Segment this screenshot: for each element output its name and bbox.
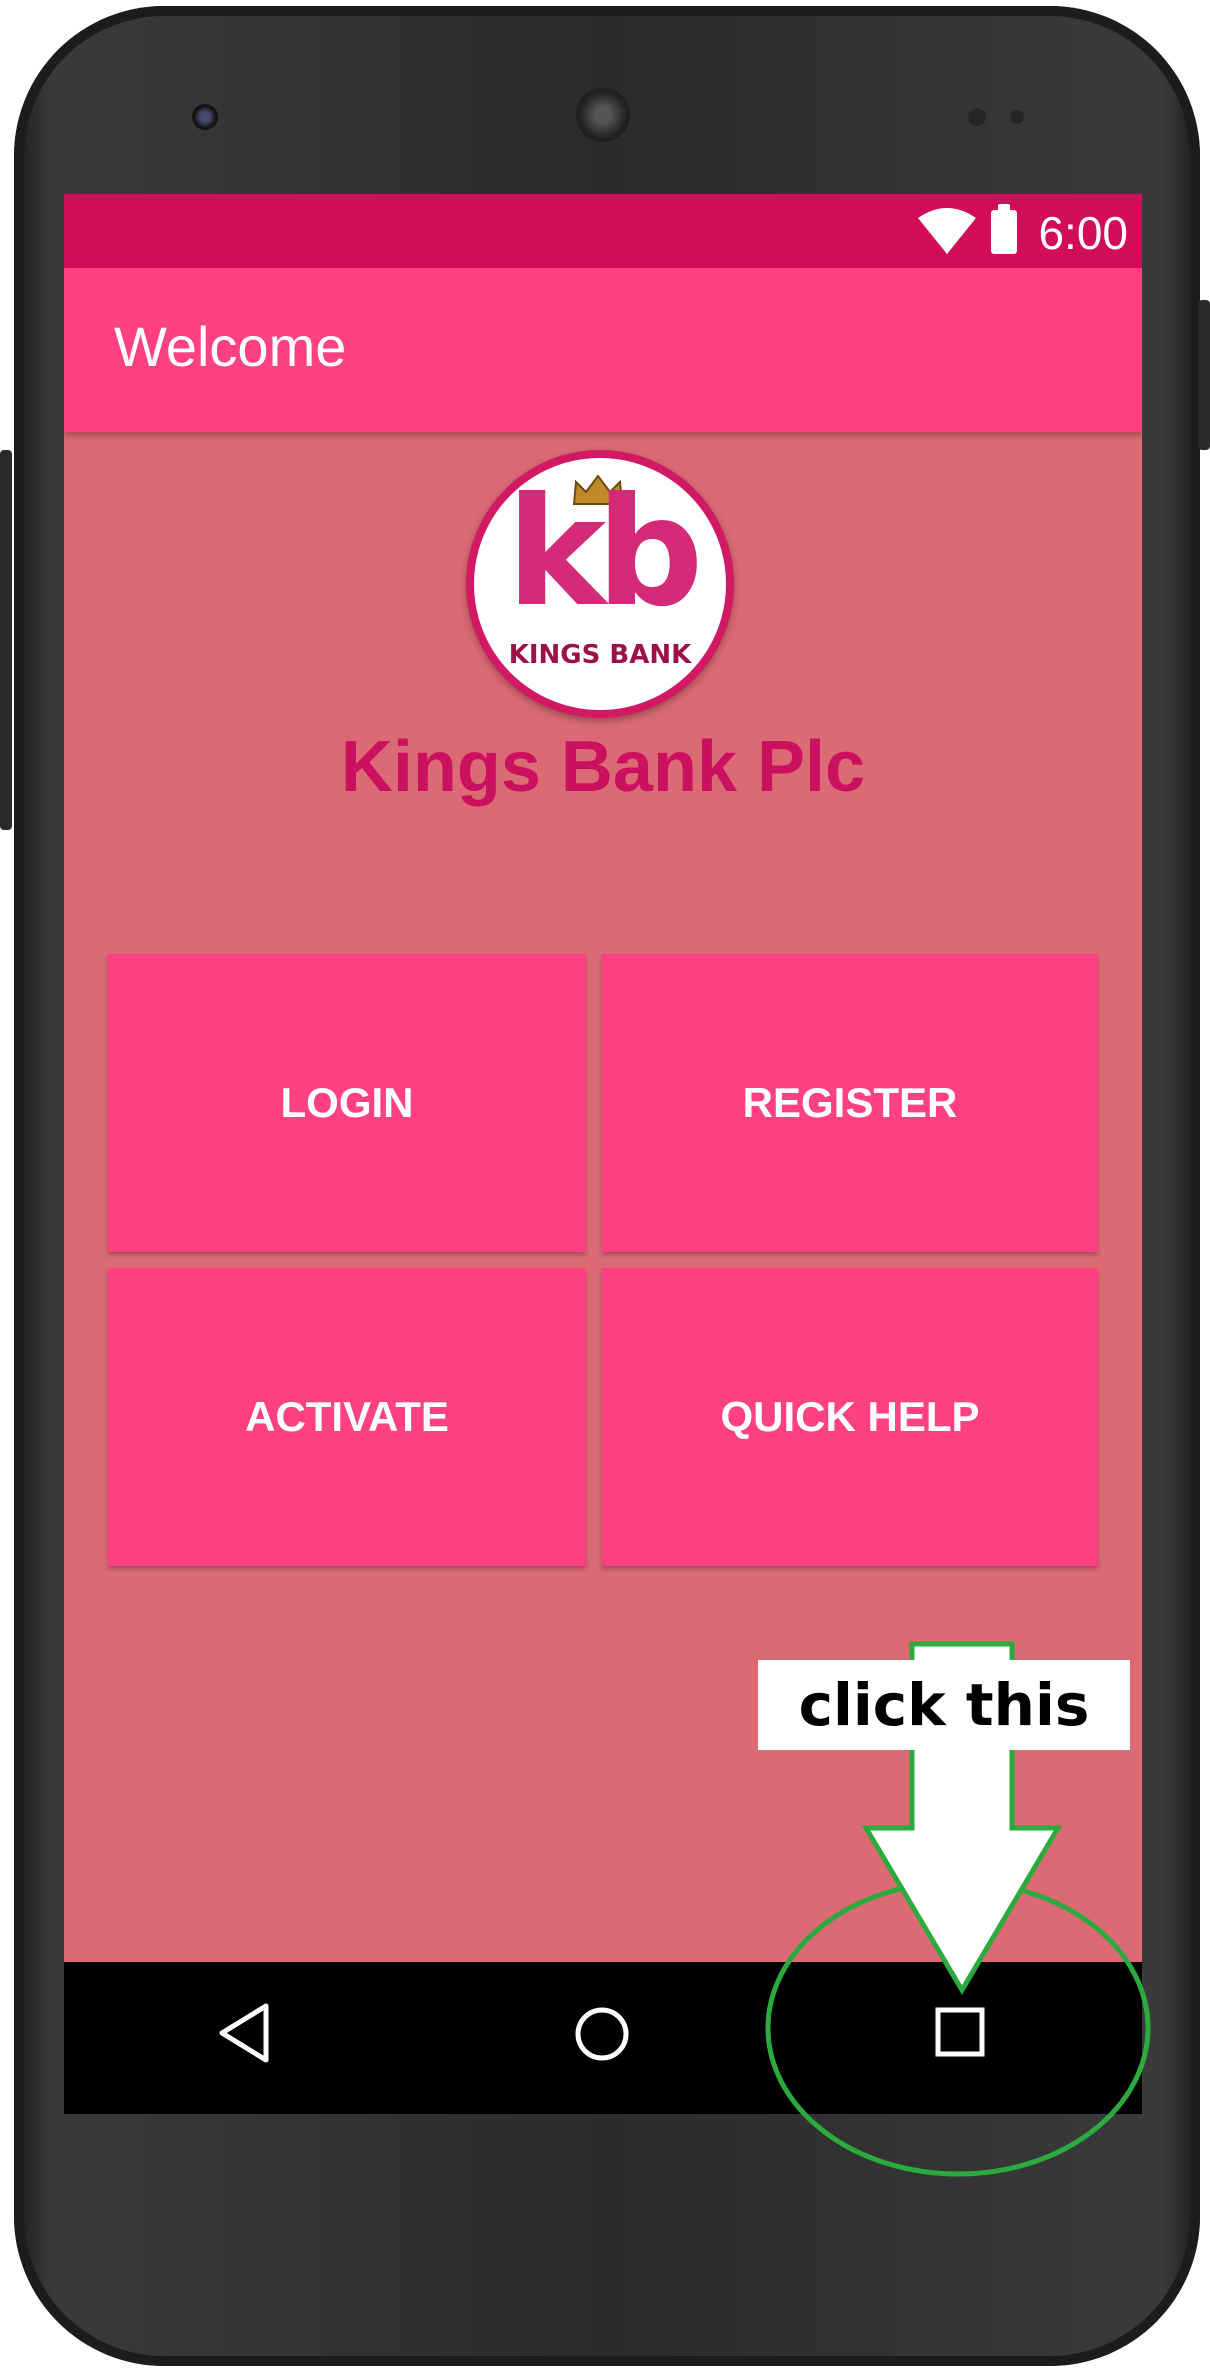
click-this-label: click this	[758, 1660, 1130, 1750]
click-annotation	[765, 1641, 1151, 2177]
